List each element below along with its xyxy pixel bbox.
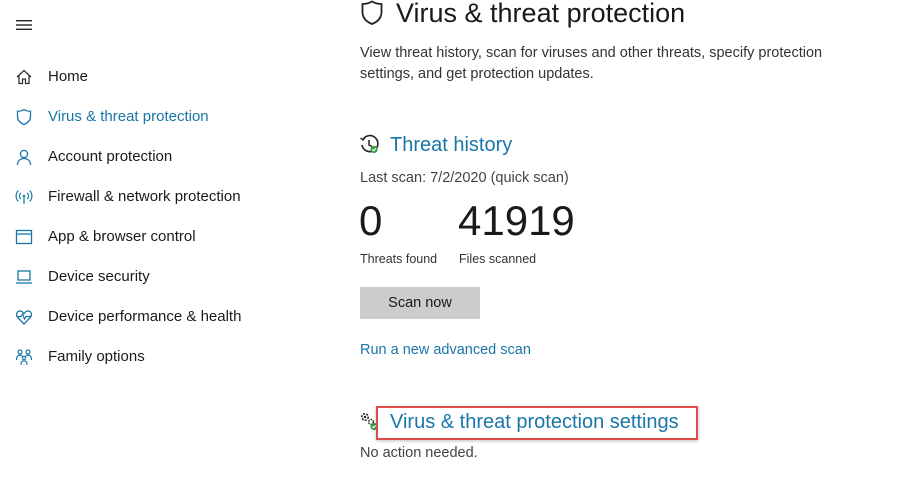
sidebar-item-label: Home bbox=[48, 68, 89, 85]
page-title: Virus & threat protection bbox=[396, 0, 686, 28]
shield-icon bbox=[15, 108, 33, 126]
history-clock-icon bbox=[359, 134, 381, 156]
sidebar-item-label: Account protection bbox=[48, 148, 173, 165]
sidebar-item-device-performance-health[interactable]: Device performance & health bbox=[0, 299, 300, 335]
shield-icon bbox=[359, 0, 385, 26]
laptop-icon bbox=[15, 268, 33, 286]
sidebar-item-firewall-network-protection[interactable]: Firewall & network protection bbox=[0, 179, 300, 215]
wireless-icon bbox=[15, 188, 33, 206]
sidebar-item-label: App & browser control bbox=[48, 228, 196, 245]
threat-history-link[interactable]: Threat history bbox=[390, 132, 512, 158]
files-scanned-label: Files scanned bbox=[459, 252, 537, 266]
files-scanned-value: 41919 bbox=[458, 197, 575, 244]
sidebar-item-label: Firewall & network protection bbox=[48, 188, 241, 205]
page-description: View threat history, scan for viruses an… bbox=[360, 45, 823, 82]
sidebar-item-label: Device security bbox=[48, 268, 150, 285]
threats-found-value: 0 bbox=[359, 197, 383, 244]
advanced-scan-link[interactable]: Run a new advanced scan bbox=[360, 340, 531, 360]
sidebar-item-home[interactable]: Home bbox=[0, 59, 300, 95]
home-icon bbox=[15, 68, 33, 86]
protection-settings-link[interactable]: Virus & threat protection settings bbox=[390, 409, 679, 435]
scan-now-button[interactable]: Scan now bbox=[360, 287, 480, 319]
sidebar-item-label: Virus & threat protection bbox=[48, 108, 209, 125]
threats-found-label: Threats found bbox=[360, 252, 438, 266]
menu-hamburger-icon[interactable] bbox=[14, 17, 34, 33]
sidebar-item-label: Family options bbox=[48, 348, 145, 365]
heart-pulse-icon bbox=[15, 308, 33, 326]
last-scan-text: Last scan: 7/2/2020 (quick scan) bbox=[360, 170, 569, 186]
browser-window-icon bbox=[15, 228, 33, 246]
sidebar-item-family-options[interactable]: Family options bbox=[0, 339, 300, 375]
family-icon bbox=[15, 348, 33, 366]
sidebar-item-label: Device performance & health bbox=[48, 308, 242, 325]
sidebar-item-device-security[interactable]: Device security bbox=[0, 259, 300, 295]
settings-status-text: No action needed. bbox=[360, 445, 478, 461]
sidebar-item-virus-threat-protection[interactable]: Virus & threat protection bbox=[0, 99, 300, 135]
person-icon bbox=[15, 148, 33, 166]
sidebar-item-account-protection[interactable]: Account protection bbox=[0, 139, 300, 175]
sidebar-item-app-browser-control[interactable]: App & browser control bbox=[0, 219, 300, 255]
